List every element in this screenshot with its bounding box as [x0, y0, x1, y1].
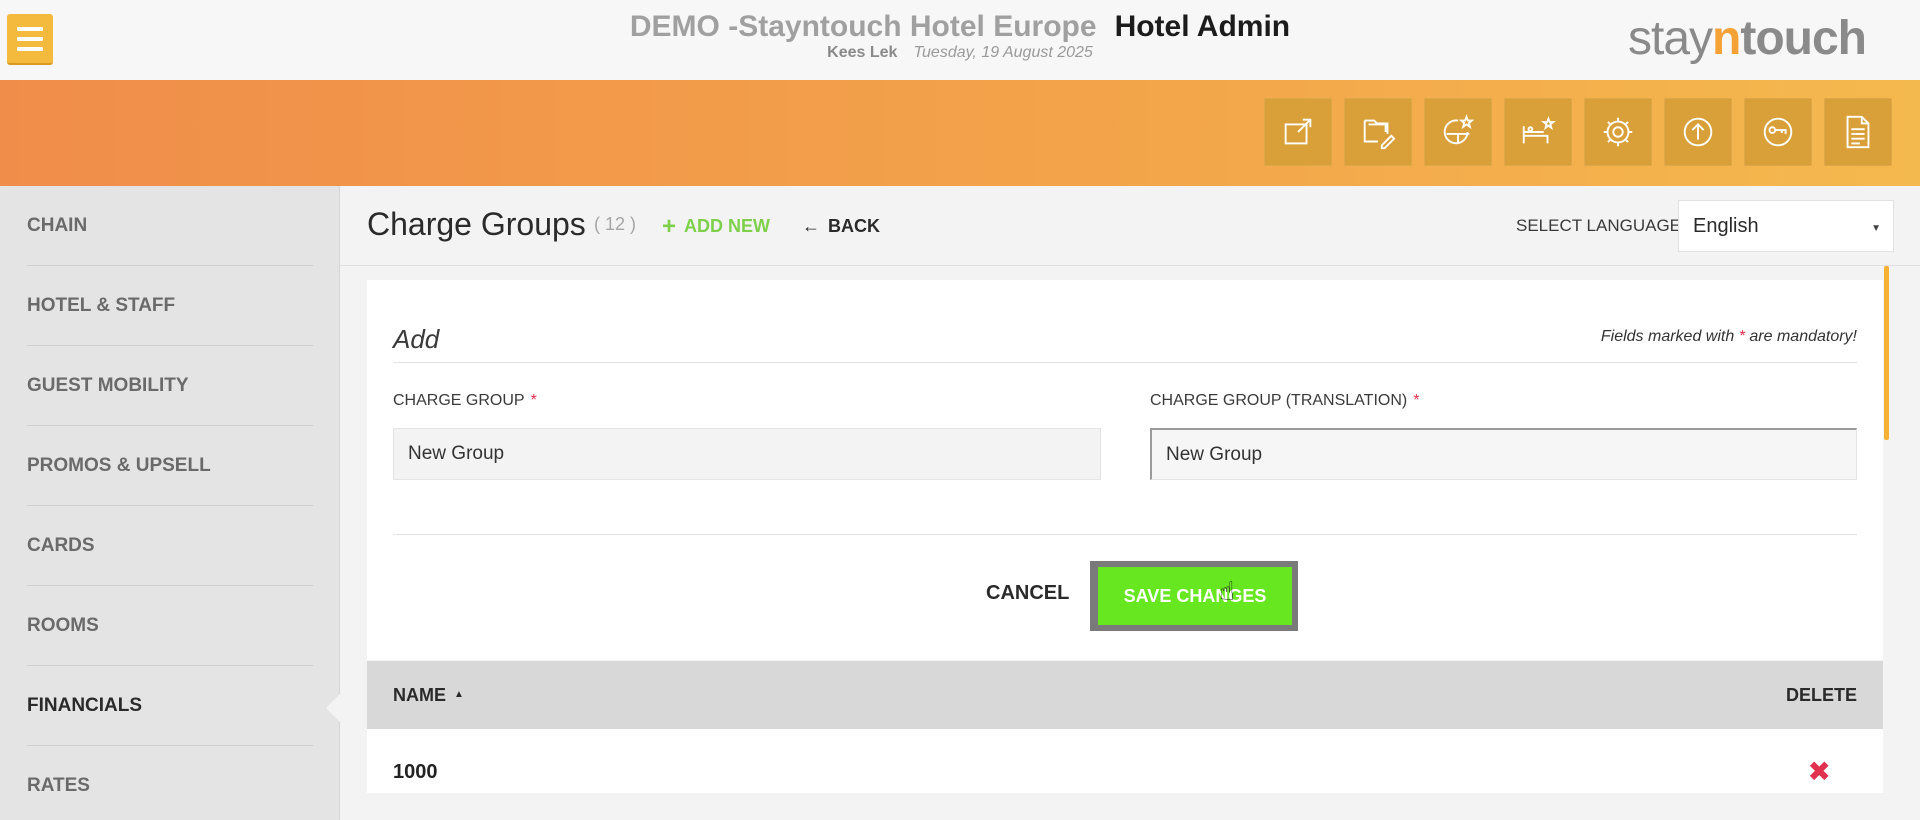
external-link-button[interactable] — [1264, 98, 1332, 166]
arrow-left-icon: ← — [802, 216, 820, 236]
charge-group-translation-input[interactable]: New Group — [1150, 428, 1857, 480]
table-header: NAME ▲ DELETE — [367, 661, 1883, 729]
upload-icon — [1683, 117, 1713, 147]
gear-icon — [1603, 117, 1633, 147]
mandatory-note: Fields marked with * are mandatory! — [1600, 328, 1857, 345]
app-name: Hotel Admin — [1114, 10, 1291, 43]
user-name: Kees Lek — [827, 44, 898, 61]
sidebar-item-cards[interactable]: CARDS — [27, 506, 313, 586]
language-value: English — [1693, 214, 1759, 237]
form-title: Add — [393, 324, 440, 354]
chart-star-button[interactable] — [1424, 98, 1492, 166]
key-button[interactable] — [1744, 98, 1812, 166]
page-header: Charge Groups ( 12 ) + ADD NEW ← BACK SE… — [340, 186, 1920, 266]
upload-button[interactable] — [1664, 98, 1732, 166]
caret-down-icon: ▼ — [1871, 223, 1881, 234]
sidebar-item-guest-mobility[interactable]: GUEST MOBILITY — [27, 346, 313, 426]
sidebar-item-financials[interactable]: FINANCIALS — [27, 666, 313, 746]
item-count: ( 12 ) — [594, 214, 637, 234]
toolbar-band — [0, 80, 1920, 186]
bed-star-button[interactable] — [1504, 98, 1572, 166]
bed-star-icon — [1522, 115, 1557, 144]
external-link-icon — [1284, 118, 1312, 145]
select-language-label: SELECT LANGUAGE — [1516, 216, 1682, 235]
divider — [393, 362, 1857, 363]
hotel-name: DEMO -Stayntouch Hotel Europe — [629, 10, 1097, 43]
current-date: Tuesday, 19 August 2025 — [913, 44, 1093, 61]
hand-cursor-icon: ☝ — [1219, 576, 1235, 606]
plus-icon: + — [662, 212, 677, 240]
page-title: Charge Groups — [367, 206, 586, 242]
folder-edit-icon — [1363, 119, 1396, 150]
folder-edit-button[interactable] — [1344, 98, 1412, 166]
back-label: BACK — [828, 216, 880, 236]
delete-icon[interactable]: ✖ — [1808, 755, 1831, 788]
sidebar-item-chain[interactable]: CHAIN — [27, 186, 313, 266]
sidebar: CHAIN HOTEL & STAFF GUEST MOBILITY PROMO… — [0, 186, 340, 820]
sidebar-item-rates[interactable]: RATES — [27, 746, 313, 820]
charge-group-translation-label: CHARGE GROUP (TRANSLATION) * — [1150, 392, 1420, 409]
divider — [393, 534, 1857, 535]
back-button[interactable]: ← BACK — [802, 216, 880, 237]
language-select[interactable]: English ▼ — [1678, 200, 1894, 252]
scrollbar-thumb[interactable] — [1884, 266, 1889, 440]
sort-asc-icon: ▲ — [454, 689, 464, 700]
column-name-header[interactable]: NAME ▲ — [393, 685, 464, 706]
sidebar-item-rooms[interactable]: ROOMS — [27, 586, 313, 666]
key-icon — [1763, 117, 1793, 147]
charge-group-label: CHARGE GROUP * — [393, 392, 537, 409]
add-new-label: ADD NEW — [684, 216, 771, 236]
chart-star-icon — [1443, 114, 1475, 145]
cancel-button[interactable]: CANCEL — [986, 582, 1069, 605]
add-form-panel: Add Fields marked with * are mandatory! … — [367, 280, 1883, 660]
charge-group-input[interactable]: New Group — [393, 428, 1101, 480]
active-item-pointer — [326, 693, 341, 723]
stayntouch-logo: stayntouch — [1628, 12, 1867, 65]
save-changes-button[interactable]: SAVE CHANGES — [1090, 561, 1298, 631]
column-delete-header: DELETE — [1785, 685, 1857, 705]
document-icon — [1846, 115, 1870, 149]
row-name[interactable]: 1000 — [393, 761, 438, 784]
save-changes-label: SAVE CHANGES — [1098, 567, 1292, 625]
table-row: 1000 ✖ — [367, 729, 1883, 793]
document-button[interactable] — [1824, 98, 1892, 166]
top-header: DEMO -Stayntouch Hotel Europe Hotel Admin… — [0, 0, 1920, 80]
settings-button[interactable] — [1584, 98, 1652, 166]
add-new-button[interactable]: + ADD NEW — [662, 212, 771, 240]
sidebar-item-promos-upsell[interactable]: PROMOS & UPSELL — [27, 426, 313, 506]
sidebar-item-hotel-staff[interactable]: HOTEL & STAFF — [27, 266, 313, 346]
